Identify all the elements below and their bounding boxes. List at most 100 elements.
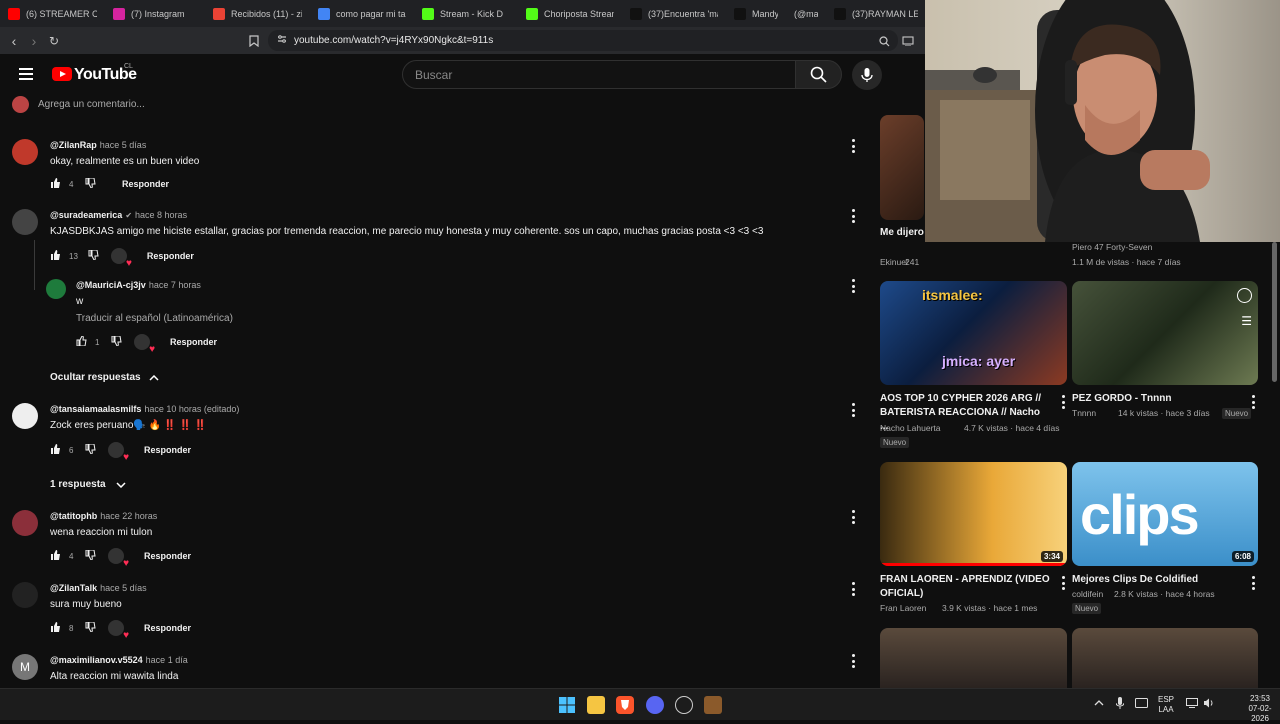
video-title[interactable]: FRAN LAOREN - APRENDIZ (VIDEO OFICIAL)	[880, 573, 1055, 601]
comment-author[interactable]: @tansaiamaalasmilfs hace 10 horas (editad…	[50, 404, 239, 414]
comment-author-name[interactable]: @ZilanTalk	[50, 583, 97, 593]
video-thumbnail[interactable]: 3:34	[880, 462, 1067, 566]
back-icon[interactable]: ‹	[4, 31, 24, 51]
reply-button[interactable]: Responder	[170, 337, 217, 347]
comment-time[interactable]: hace 10 horas (editado)	[144, 404, 239, 414]
comment-author[interactable]: @maximilianov.v5524 hace 1 día	[50, 655, 188, 665]
comment-author-name[interactable]: @MauriciA-cj3jv	[76, 280, 146, 290]
comment-author[interactable]: @suradeamerica ✔ hace 8 horas	[50, 210, 187, 220]
minecraft-icon[interactable]	[704, 696, 722, 714]
dislike-icon[interactable]	[85, 549, 96, 562]
more-options-icon[interactable]	[848, 209, 858, 223]
video-thumbnail[interactable]	[880, 628, 1067, 688]
reply-button[interactable]: Responder	[144, 623, 191, 633]
dislike-icon[interactable]	[111, 335, 122, 348]
comment-time[interactable]: hace 5 días	[100, 583, 147, 593]
video-channel[interactable]: Tnnnn	[1072, 408, 1096, 418]
video-thumbnail[interactable]: itsmalee: jmica: ayer	[880, 281, 1067, 385]
browser-tab[interactable]: (37)RAYMAN LEGE	[826, 0, 926, 27]
video-thumbnail[interactable]: ☰	[1072, 281, 1258, 385]
reload-icon[interactable]: ↻	[44, 31, 64, 51]
reply-button[interactable]: Responder	[144, 551, 191, 561]
watch-later-icon[interactable]	[1237, 288, 1252, 303]
comment-avatar[interactable]	[46, 279, 66, 299]
menu-icon[interactable]	[19, 68, 33, 80]
browser-tab[interactable]: como pagar mi tarje	[310, 0, 414, 27]
browser-tab[interactable]: (7) Instagram	[105, 0, 205, 27]
more-options-icon[interactable]	[848, 510, 858, 524]
video-channel[interactable]: Ekinuel	[880, 257, 908, 267]
comment-time[interactable]: hace 7 horas	[149, 280, 201, 290]
voice-search-button[interactable]	[852, 60, 882, 90]
search-input[interactable]: Buscar	[402, 60, 796, 89]
more-options-icon[interactable]	[848, 139, 858, 153]
browser-tab[interactable]: Stream - Kick D	[414, 0, 518, 27]
add-comment-input[interactable]: Agrega un comentario...	[38, 99, 145, 110]
like-icon[interactable]	[50, 550, 61, 562]
network-icon[interactable]	[1186, 698, 1198, 711]
comment-time[interactable]: hace 1 día	[146, 655, 188, 665]
browser-tab[interactable]: MandyTC	[726, 0, 786, 27]
more-options-icon[interactable]	[848, 582, 858, 596]
comment-avatar[interactable]	[12, 510, 38, 536]
bookmark-icon[interactable]	[244, 31, 264, 51]
reply-button[interactable]: Responder	[144, 445, 191, 455]
browser-tab[interactable]: (37)Encuentra 'mar	[622, 0, 726, 27]
input-language[interactable]: ESP LAA	[1158, 695, 1174, 715]
video-more-options-icon[interactable]	[1058, 395, 1068, 409]
show-hidden-icons-icon[interactable]	[1094, 699, 1104, 709]
like-icon[interactable]	[50, 622, 61, 634]
reply-button[interactable]: Responder	[147, 251, 194, 261]
like-icon[interactable]	[76, 335, 87, 348]
obs-icon[interactable]	[675, 696, 693, 714]
dislike-icon[interactable]	[85, 177, 96, 190]
comment-avatar[interactable]	[12, 139, 38, 165]
dislike-icon[interactable]	[85, 443, 96, 456]
video-title[interactable]: Me dijero emergentes	[880, 226, 924, 240]
dislike-icon[interactable]	[85, 621, 96, 634]
comment-time[interactable]: hace 22 horas	[100, 511, 157, 521]
more-options-icon[interactable]	[848, 654, 858, 668]
video-thumbnail[interactable]	[1072, 628, 1258, 688]
scrollbar-thumb[interactable]	[1272, 242, 1277, 382]
comment-author[interactable]: @MauriciA-cj3jv hace 7 horas	[76, 280, 201, 290]
more-options-icon[interactable]	[848, 403, 858, 417]
video-channel[interactable]: Piero 47 Forty-Seven	[1072, 242, 1152, 252]
video-more-options-icon[interactable]	[1248, 395, 1258, 409]
comment-time[interactable]: hace 5 días	[100, 140, 147, 150]
microphone-tray-icon[interactable]	[1115, 697, 1125, 712]
video-thumbnail[interactable]: clips 6:08	[1072, 462, 1258, 566]
comment-avatar[interactable]	[12, 209, 38, 235]
comment-avatar[interactable]: M	[12, 654, 38, 680]
video-thumbnail[interactable]	[880, 115, 924, 220]
video-more-options-icon[interactable]	[1248, 576, 1258, 590]
windows-start-icon[interactable]	[558, 696, 576, 714]
browser-tab[interactable]: (@ma	[786, 0, 826, 27]
forward-icon[interactable]: ›	[24, 31, 44, 51]
video-more-options-icon[interactable]	[1058, 576, 1068, 590]
browser-tab[interactable]: (6) STREAMER CHIL	[0, 0, 105, 27]
add-to-queue-icon[interactable]: ☰	[1241, 314, 1252, 328]
like-icon[interactable]	[50, 444, 61, 456]
video-title[interactable]: Mejores Clips De Coldified	[1072, 573, 1237, 587]
translate-link[interactable]: Traducir al español (Latinoamérica)	[76, 313, 233, 324]
dislike-icon[interactable]	[88, 249, 99, 262]
comment-author-name[interactable]: @tansaiamaalasmilfs	[50, 404, 141, 414]
comment-author[interactable]: @ZilanTalk hace 5 días	[50, 583, 147, 593]
show-replies-button[interactable]: 1 respuesta	[50, 479, 126, 490]
video-title[interactable]: PEZ GORDO - Tnnnn	[1072, 392, 1237, 406]
video-channel[interactable]: Nacho Lahuerta	[880, 423, 941, 433]
discord-icon[interactable]	[646, 696, 664, 714]
video-channel[interactable]: Fran Laoren	[880, 603, 926, 613]
comment-author-name[interactable]: @tatitophb	[50, 511, 97, 521]
comment-avatar[interactable]	[12, 582, 38, 608]
zoom-icon[interactable]	[874, 31, 894, 51]
comment-avatar[interactable]	[12, 403, 38, 429]
comment-time[interactable]: hace 8 horas	[135, 210, 187, 220]
volume-icon[interactable]	[1203, 698, 1215, 711]
comment-author-name[interactable]: @suradeamerica	[50, 210, 122, 220]
comment-author[interactable]: @tatitophb hace 22 horas	[50, 511, 157, 521]
video-channel[interactable]: coldifein	[1072, 589, 1103, 599]
reply-button[interactable]: Responder	[122, 179, 169, 189]
comment-author[interactable]: @ZilanRap hace 5 días	[50, 140, 146, 150]
